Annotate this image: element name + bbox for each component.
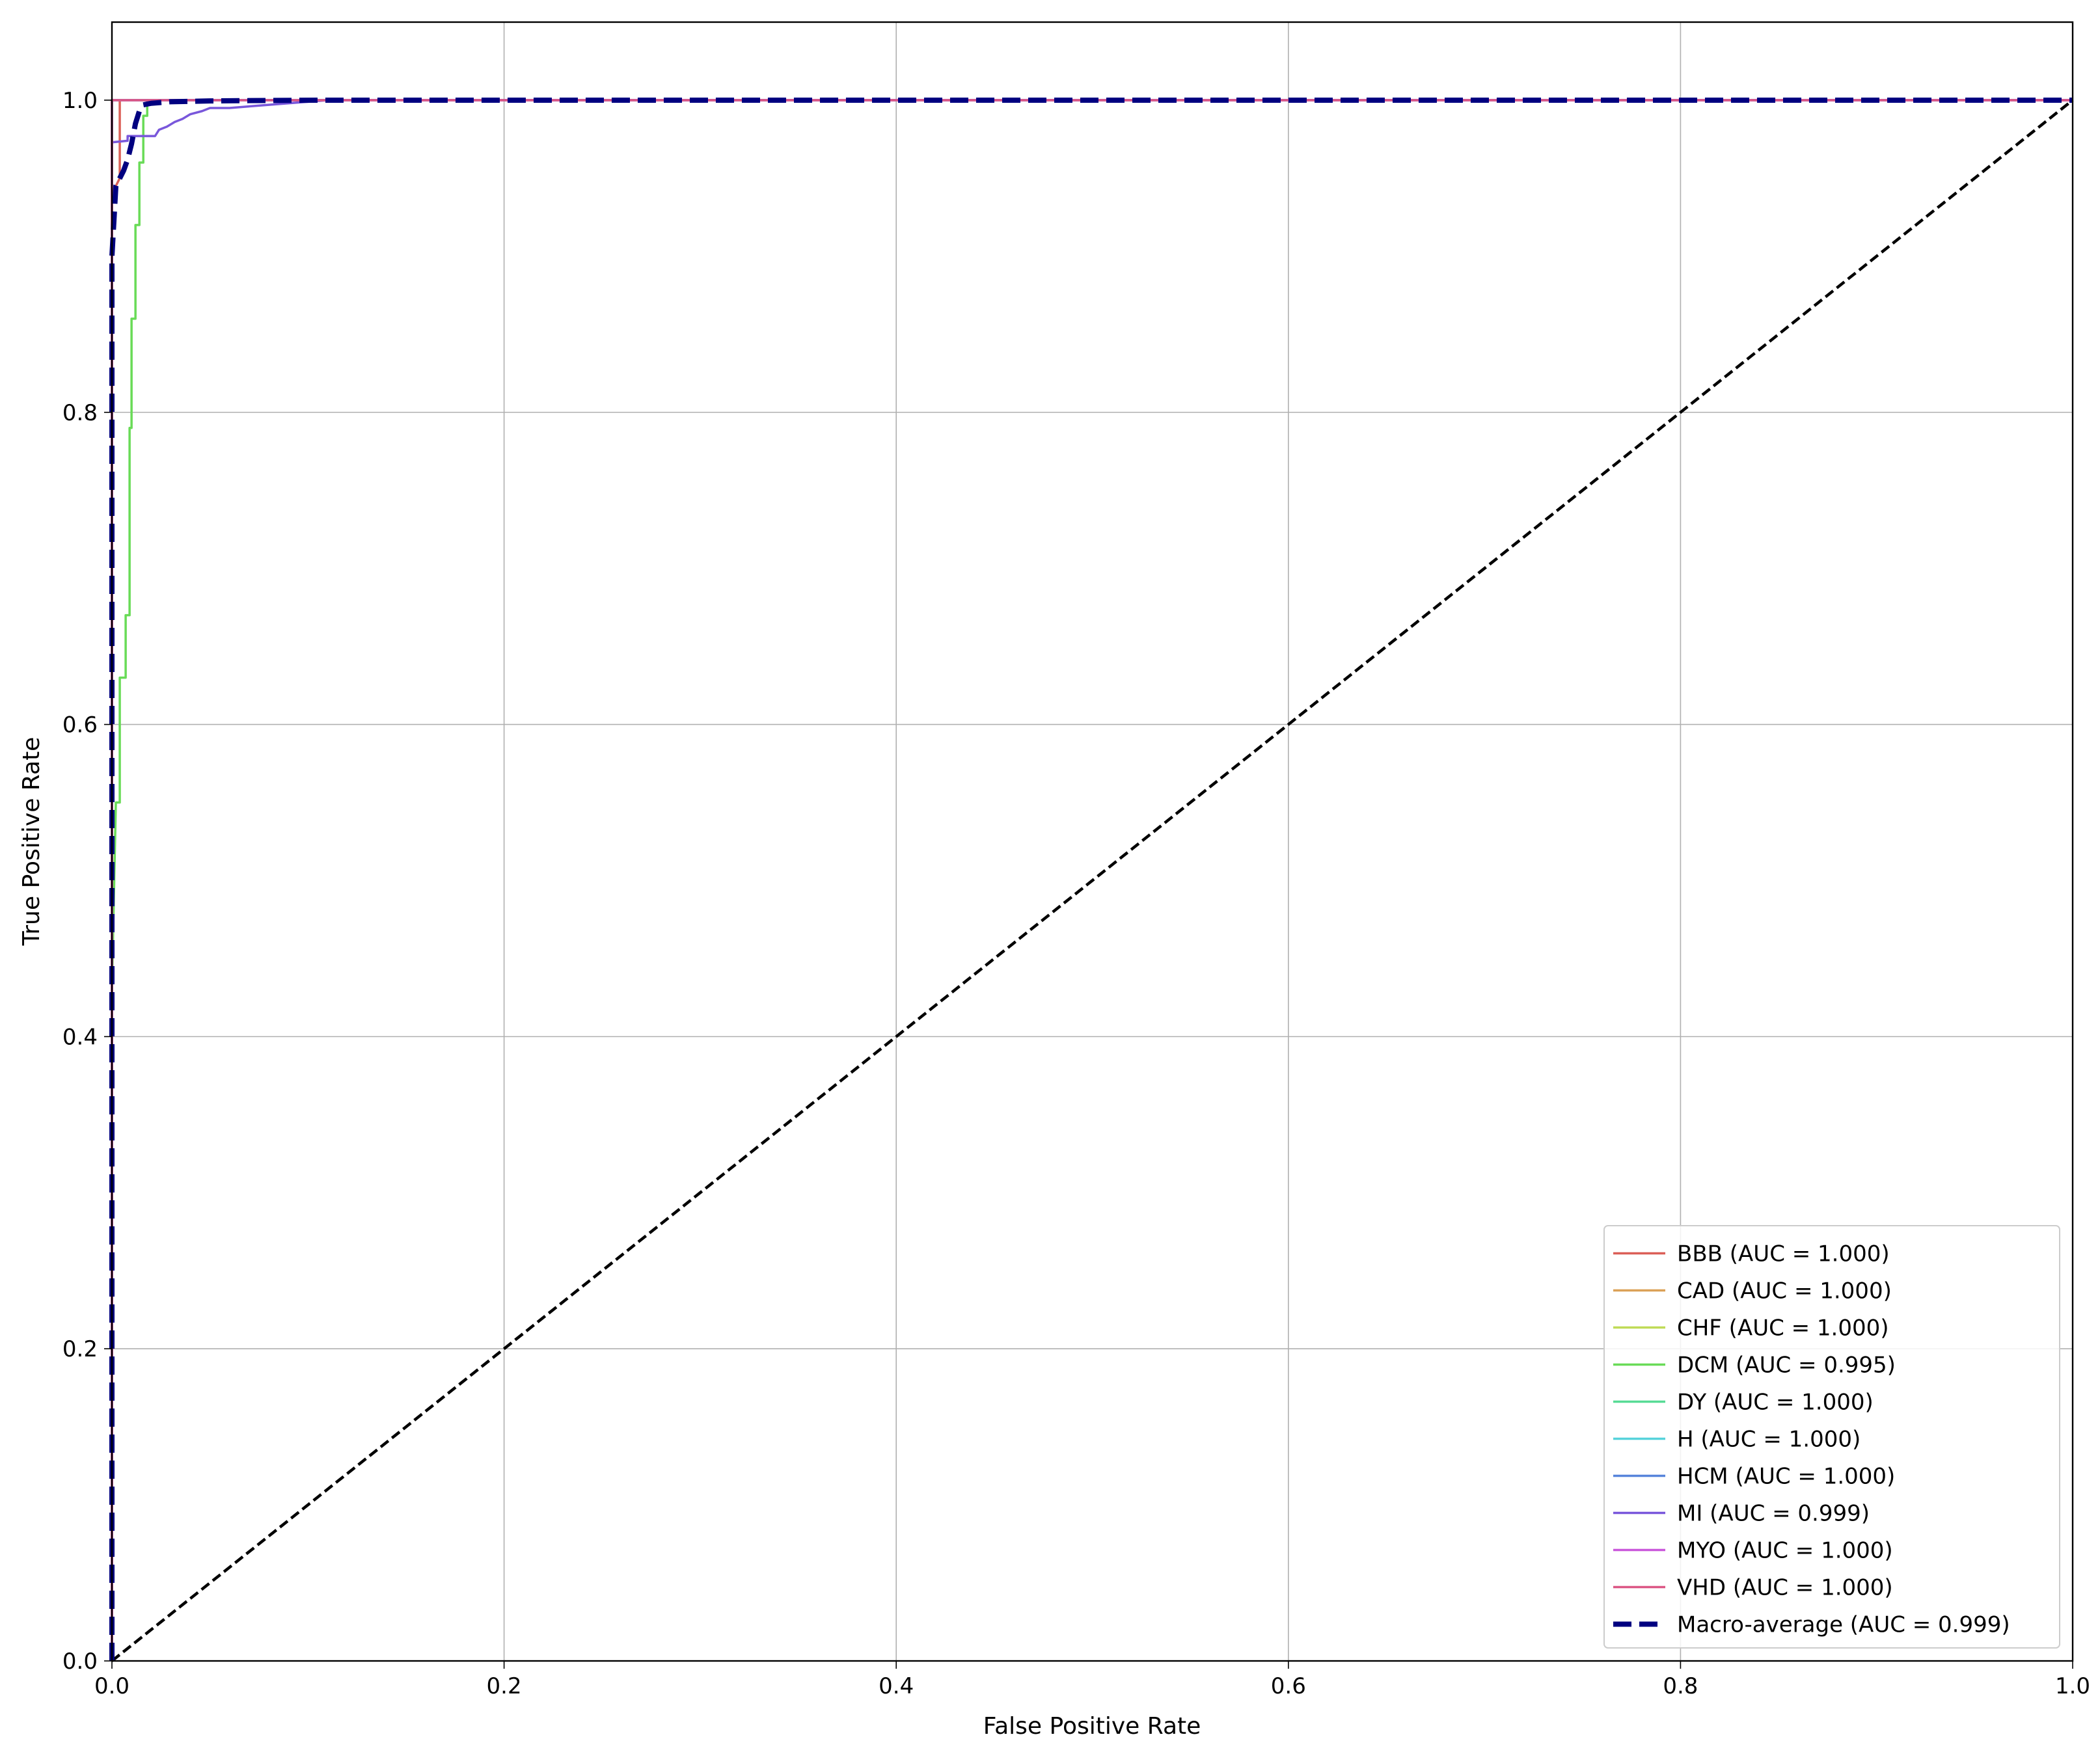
legend-label: HCM (AUC = 1.000) xyxy=(1677,1464,1895,1490)
legend-label: MYO (AUC = 1.000) xyxy=(1677,1538,1893,1564)
roc-chart: 0.0 0.2 0.4 0.6 0.8 1.0 0.0 0.2 0.4 0.6 0.8 1.0 Fal… xyxy=(0,0,2100,1749)
legend-label: BBB (AUC = 1.000) xyxy=(1677,1241,1890,1267)
legend-label: DCM (AUC = 0.995) xyxy=(1677,1353,1896,1379)
legend-label: DY (AUC = 1.000) xyxy=(1677,1390,1874,1416)
y-tick-label: 0.8 xyxy=(62,400,98,426)
x-tick-label: 0.0 xyxy=(94,1673,130,1699)
legend: BBB (AUC = 1.000) CAD (AUC = 1.000) CHF (A… xyxy=(1603,1225,2060,1649)
legend-label: MI (AUC = 0.999) xyxy=(1677,1501,1870,1527)
x-tick-label: 0.4 xyxy=(879,1673,914,1699)
y-tick-label: 0.6 xyxy=(62,712,98,738)
legend-label: CAD (AUC = 1.000) xyxy=(1677,1278,1892,1304)
x-tick-label: 0.8 xyxy=(1663,1673,1698,1699)
x-axis-label: False Positive Rate xyxy=(983,1713,1201,1740)
legend-label: CHF (AUC = 1.000) xyxy=(1677,1315,1889,1341)
x-tick-label: 1.0 xyxy=(2055,1673,2090,1699)
x-tick-label: 0.2 xyxy=(487,1673,522,1699)
chart-svg: 0.0 0.2 0.4 0.6 0.8 1.0 0.0 0.2 0.4 0.6 0.8 1.0 Fal… xyxy=(18,21,2090,1740)
y-axis-label: True Positive Rate xyxy=(18,737,45,947)
y-tick-label: 0.4 xyxy=(62,1024,98,1050)
legend-label: Macro-average (AUC = 0.999) xyxy=(1677,1612,2010,1638)
y-tick-label: 0.2 xyxy=(62,1336,98,1362)
legend-label: VHD (AUC = 1.000) xyxy=(1677,1575,1893,1601)
y-tick-label: 1.0 xyxy=(62,88,98,114)
x-tick-label: 0.6 xyxy=(1271,1673,1306,1699)
legend-label: H (AUC = 1.000) xyxy=(1677,1427,1861,1453)
y-tick-label: 0.0 xyxy=(62,1649,98,1675)
